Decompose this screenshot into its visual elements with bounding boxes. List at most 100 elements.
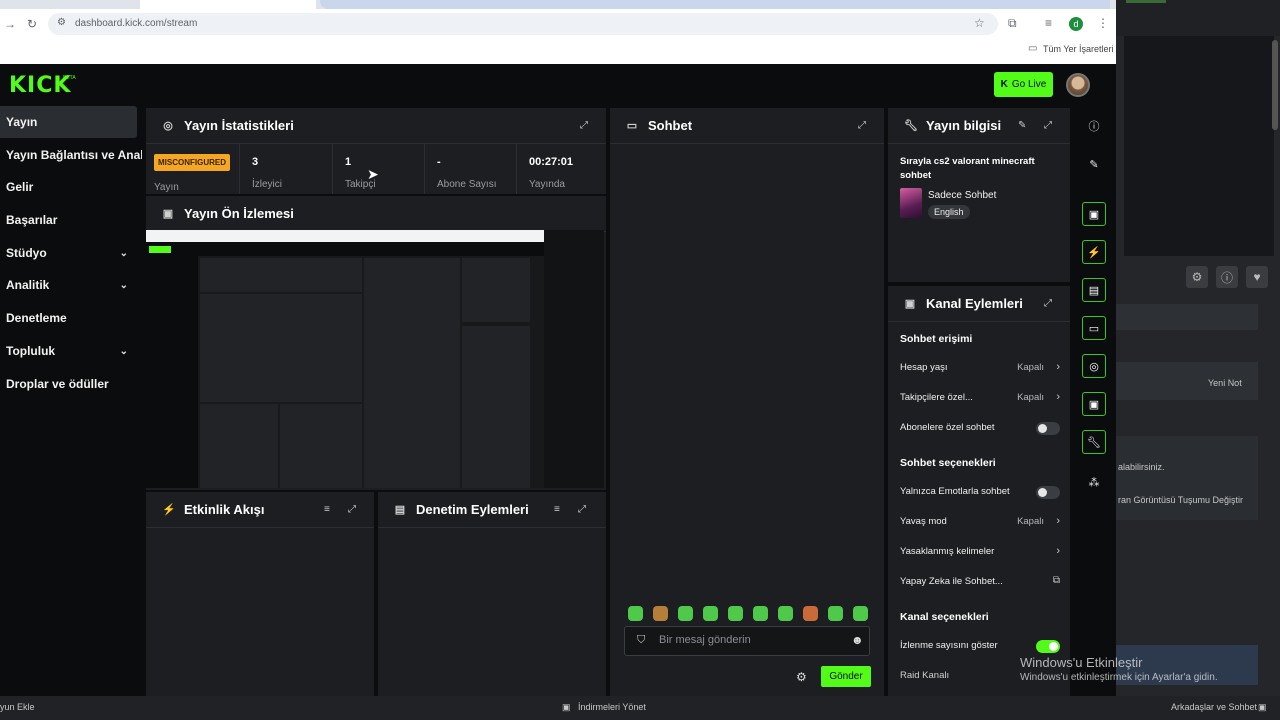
target-icon[interactable]: ◎ xyxy=(1082,354,1106,378)
expand-icon[interactable]: ⤢ xyxy=(1044,298,1052,309)
dashboard-main: ◎ Yayın İstatistikleri ⤢ MISCONFIGURED Y… xyxy=(142,106,1116,696)
reload-icon[interactable]: ↻ xyxy=(27,17,37,31)
chat-message-input[interactable] xyxy=(659,634,839,646)
browser-tab[interactable] xyxy=(140,0,316,9)
emote-icon[interactable] xyxy=(753,606,768,621)
emote-icon[interactable] xyxy=(728,606,743,621)
apps-icon[interactable]: ⁂ xyxy=(1082,470,1106,494)
profile-avatar[interactable]: d xyxy=(1069,17,1083,31)
chat-input-box[interactable]: ⛉ ☻ xyxy=(624,626,870,656)
account-age-row[interactable]: Hesap yaşı Kapalı › xyxy=(900,361,1060,378)
filter-icon[interactable]: ≡ xyxy=(554,504,560,515)
expand-icon[interactable]: ⤢ xyxy=(578,504,586,515)
info-icon[interactable]: ⓘ xyxy=(1082,114,1106,138)
filter-icon[interactable]: ≡ xyxy=(324,504,330,515)
chat-icon[interactable]: ▭ xyxy=(1082,316,1106,340)
expand-icon[interactable]: ⤢ xyxy=(580,120,588,131)
sidebar-item-studio[interactable]: Stüdyo ⌄ xyxy=(0,237,142,269)
stat-followers: 1 Takipçi xyxy=(333,144,425,194)
taskbar-left-item[interactable]: yun Ekle xyxy=(0,702,35,712)
gear-icon[interactable]: ⚙ xyxy=(1186,266,1208,288)
gear-icon[interactable]: ⚙ xyxy=(796,670,807,684)
preview-bg xyxy=(544,230,604,488)
followers-only-row[interactable]: Takipçilere özel... Kapalı › xyxy=(900,391,1060,408)
go-live-label: Go Live xyxy=(1011,79,1047,90)
emote-icon[interactable] xyxy=(628,606,643,621)
emotes-only-toggle[interactable] xyxy=(1036,486,1060,499)
list-icon[interactable]: ▤ xyxy=(1082,278,1106,302)
stat-viewers: 3 İzleyici xyxy=(240,144,333,194)
category-name: Sadece Sohbet xyxy=(928,190,997,201)
stream-preview-video[interactable] xyxy=(146,230,604,488)
sidebar-item-analytics[interactable]: Analitik ⌄ xyxy=(0,269,142,301)
sidebar-item-moderation[interactable]: Denetleme xyxy=(0,302,142,334)
all-bookmarks-link[interactable]: Tüm Yer İşaretleri xyxy=(1043,44,1114,54)
row-value: Kapalı xyxy=(1017,516,1044,527)
row-label: Yalnızca Emotlarla sohbet xyxy=(900,486,1010,497)
app-header xyxy=(0,64,1116,106)
expand-icon[interactable]: ⤢ xyxy=(1044,120,1052,131)
emote-icon[interactable] xyxy=(703,606,718,621)
browser-tab-inactive[interactable] xyxy=(320,0,1110,9)
media-icon[interactable]: ≡ xyxy=(1045,16,1052,30)
emote-icon[interactable] xyxy=(678,606,693,621)
background-window-strip xyxy=(1116,304,1258,330)
manage-downloads-item[interactable]: İndirmeleri Yönet xyxy=(578,702,646,712)
ai-chat-row[interactable]: Yapay Zeka ile Sohbet... ⧉ xyxy=(900,575,1060,592)
friends-icon[interactable]: ▣ xyxy=(1258,702,1267,713)
preview-toggle-icon[interactable]: ▣ xyxy=(1082,202,1106,226)
wrench-icon[interactable]: 🔧︎ xyxy=(1082,430,1106,454)
chevron-right-icon: › xyxy=(1056,391,1060,403)
sidebar-item-stream-key[interactable]: Yayın Bağlantısı ve Anahtar xyxy=(0,139,142,171)
emoji-icon[interactable]: ☻ xyxy=(851,633,864,647)
sidebar-item-stream[interactable]: Yayın xyxy=(0,106,137,138)
user-avatar[interactable] xyxy=(1066,73,1090,97)
edit-icon[interactable]: ✎ xyxy=(1018,120,1026,131)
sidebar-item-drops[interactable]: Droplar ve ödüller xyxy=(0,368,142,400)
menu-icon[interactable]: ⋮ xyxy=(1097,16,1109,30)
preview-chat xyxy=(364,258,460,488)
show-viewers-row: İzlenme sayısını göster xyxy=(900,640,1060,656)
sidebar-item-label: Droplar ve ödüller xyxy=(6,377,109,391)
panel-header: ▭ Sohbet xyxy=(610,108,884,144)
expand-icon[interactable]: ⤢ xyxy=(858,120,866,131)
stat-label: İzleyici xyxy=(252,179,283,190)
lightning-icon[interactable]: ⚡ xyxy=(1082,240,1106,264)
store-icon[interactable]: ▣ xyxy=(1082,392,1106,416)
preview-moderation xyxy=(280,404,362,488)
row-value: Kapalı xyxy=(1017,392,1044,403)
subs-only-toggle[interactable] xyxy=(1036,422,1060,435)
sidebar-item-achievements[interactable]: Başarılar xyxy=(0,204,142,236)
emote-bar xyxy=(628,606,868,621)
forward-icon[interactable]: → xyxy=(4,17,16,31)
send-button[interactable]: Gönder xyxy=(821,666,871,687)
friends-chat-item[interactable]: Arkadaşlar ve Sohbet xyxy=(1171,702,1257,712)
emote-icon[interactable] xyxy=(803,606,818,621)
shield-icon[interactable]: ⛉ xyxy=(637,634,645,647)
sidebar-item-community[interactable]: Topluluk ⌄ xyxy=(0,335,142,367)
show-viewers-toggle[interactable] xyxy=(1036,640,1060,653)
background-window-scrollbar[interactable] xyxy=(1272,40,1278,130)
emote-icon[interactable] xyxy=(853,606,868,621)
emote-icon[interactable] xyxy=(828,606,843,621)
stat-subscribers: - Abone Sayısı xyxy=(425,144,517,194)
slow-mode-row[interactable]: Yavaş mod Kapalı › xyxy=(900,515,1060,532)
site-settings-icon[interactable]: ⚙ xyxy=(57,17,66,28)
sidebar-item-revenue[interactable]: Gelir xyxy=(0,171,142,203)
go-live-button[interactable]: K Go Live xyxy=(994,72,1053,97)
preview-nested xyxy=(200,294,362,402)
heart-icon[interactable]: ♥ xyxy=(1246,266,1268,288)
panel-header: ◎ Yayın İstatistikleri xyxy=(146,108,606,144)
emote-icon[interactable] xyxy=(653,606,668,621)
info-icon[interactable]: ⓘ xyxy=(1216,266,1238,288)
url-text[interactable]: dashboard.kick.com/stream xyxy=(75,18,197,29)
star-icon[interactable]: ☆ xyxy=(974,16,985,30)
banned-words-row[interactable]: Yasaklanmış kelimeler › xyxy=(900,545,1060,562)
preview-actions xyxy=(462,326,530,488)
background-window-topbar xyxy=(1116,0,1280,36)
emote-icon[interactable] xyxy=(778,606,793,621)
extensions-icon[interactable]: ⧉ xyxy=(1008,16,1017,31)
expand-icon[interactable]: ⤢ xyxy=(348,504,356,515)
row-value: Kapalı xyxy=(1017,362,1044,373)
edit-icon[interactable]: ✎ xyxy=(1082,152,1106,176)
